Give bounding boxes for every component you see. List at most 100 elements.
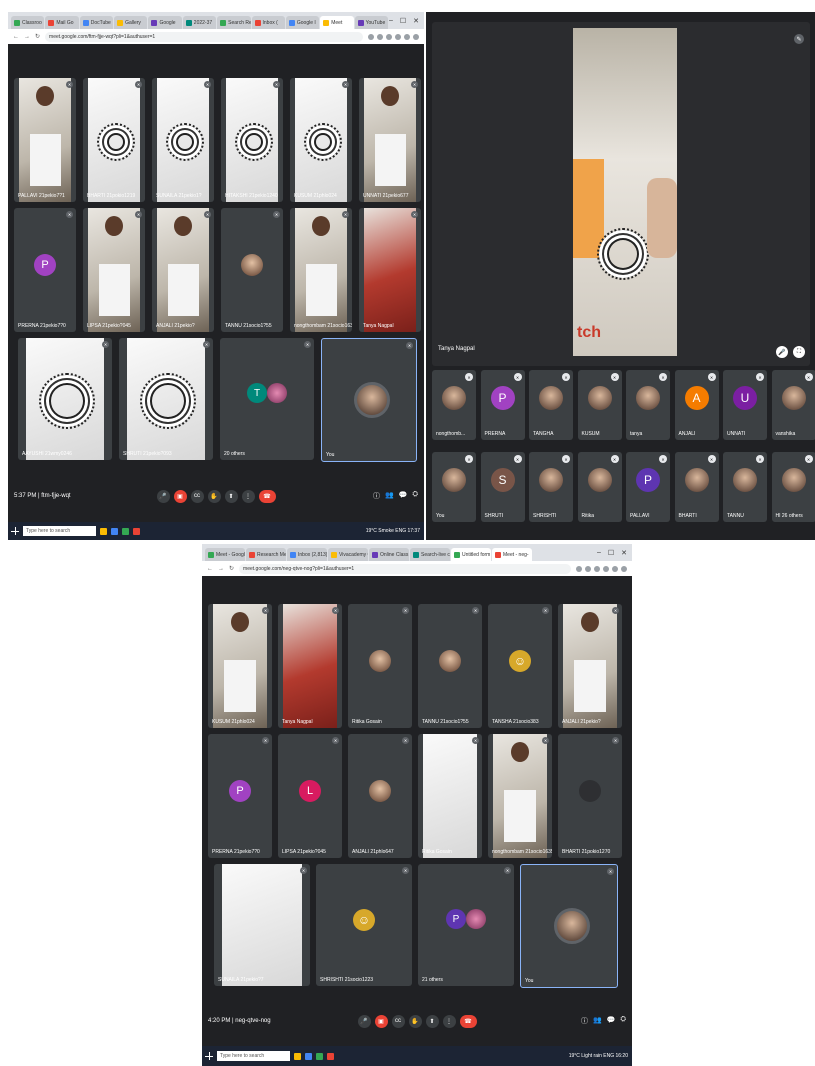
participant-tile[interactable]: ✕ nongthombam 21socio1635 bbox=[488, 734, 552, 858]
participant-thumbnail[interactable]: ✕ TANNU bbox=[723, 452, 767, 522]
pin-icon[interactable]: ✎ bbox=[794, 34, 804, 44]
info-icon[interactable]: ⓘ bbox=[373, 491, 380, 501]
browser-tab[interactable]: YouTube bbox=[354, 16, 388, 29]
captions-button[interactable]: cc bbox=[190, 489, 204, 503]
browser-tab[interactable]: Search Res bbox=[217, 16, 251, 29]
browser-tab[interactable]: Inbox (2,813) bbox=[287, 548, 327, 561]
participant-thumbnail[interactable]: ✕ nongthomb... bbox=[432, 370, 476, 440]
participant-thumbnail[interactable]: P ✕ PRERNA bbox=[480, 370, 525, 440]
participant-tile[interactable]: ✕ Tanya Nagpal bbox=[278, 604, 342, 728]
participant-thumbnail[interactable]: ✕ Ritika bbox=[577, 452, 622, 522]
close-icon[interactable]: ✕ bbox=[621, 549, 627, 557]
captions-button[interactable]: cc bbox=[391, 1014, 405, 1028]
browser-tab[interactable]: Google I bbox=[285, 16, 320, 29]
participant-tile[interactable]: ✕ SUNAILA 21pekio?7 bbox=[214, 864, 310, 986]
reload-icon[interactable]: ↻ bbox=[35, 33, 40, 40]
participant-tile[interactable]: T ✕ 20 others bbox=[220, 338, 314, 460]
participant-tile[interactable]: ✕ AAYUSHI 21wmy0246 bbox=[18, 338, 112, 460]
browser-tab[interactable]: Research Methd bbox=[246, 548, 286, 561]
participant-thumbnail[interactable]: U ✕ UNNATI bbox=[723, 370, 767, 440]
mic-button[interactable]: 🎤 bbox=[156, 489, 170, 503]
participant-tile[interactable]: ✕ ANJALI 21pekio? bbox=[558, 604, 622, 728]
browser-tab[interactable]: Meet bbox=[320, 16, 354, 29]
forward-icon[interactable]: → bbox=[218, 566, 224, 572]
participant-tile[interactable]: ✕ ANJALI 21pekio? bbox=[152, 208, 214, 332]
participant-tile[interactable]: ✕ Ritika Gosain bbox=[348, 604, 412, 728]
taskbar-app-icon[interactable] bbox=[111, 527, 118, 535]
participant-thumbnail[interactable]: A ✕ ANJALI bbox=[674, 370, 719, 440]
participant-thumbnail[interactable]: P ✕ PALLAVI bbox=[626, 452, 670, 522]
taskbar-app-icon[interactable] bbox=[327, 1052, 334, 1060]
browser-tab[interactable]: Meet - Google Cl bbox=[205, 548, 245, 561]
more-options-button[interactable]: ⋮ bbox=[442, 1014, 456, 1028]
mic-button[interactable]: 🎤 bbox=[357, 1014, 371, 1028]
taskbar-app-icon[interactable] bbox=[294, 1052, 301, 1060]
participant-tile[interactable]: ✕ Tanya Nagpal bbox=[359, 208, 421, 332]
browser-tab[interactable]: Vivacademy Cl bbox=[328, 548, 368, 561]
participant-tile[interactable]: P ✕ PRERNA 21pekio7?0 bbox=[208, 734, 272, 858]
taskbar-app-icon[interactable] bbox=[100, 527, 107, 535]
browser-tab[interactable]: 2022-37 bbox=[182, 16, 217, 29]
maximize-icon[interactable]: ☐ bbox=[608, 549, 614, 557]
browser-tab[interactable]: Google bbox=[148, 16, 182, 29]
participant-tile[interactable]: ✕ KUSUM 21phlo024 bbox=[208, 604, 272, 728]
participant-thumbnail[interactable]: ✕ KUSUM bbox=[577, 370, 622, 440]
taskbar-search-input[interactable]: Type here to search bbox=[217, 1051, 290, 1061]
browser-tab[interactable]: Classroo bbox=[11, 16, 45, 29]
leave-call-button[interactable]: ☎ bbox=[459, 1014, 477, 1028]
windows-start-icon[interactable] bbox=[205, 1052, 213, 1060]
chat-icon[interactable]: 💬 bbox=[399, 491, 408, 501]
participant-tile[interactable]: ✕ nongthombam 21socio1635 bbox=[290, 208, 352, 332]
participant-tile[interactable]: ✕ Ritika Gosain bbox=[418, 734, 482, 858]
participant-thumbnail[interactable]: ✕ You bbox=[432, 452, 476, 522]
chat-icon[interactable]: 💬 bbox=[607, 1016, 616, 1026]
participant-tile[interactable]: ✕ SUNAILA 21pekio1? bbox=[152, 78, 214, 202]
present-button[interactable]: ⬆ bbox=[224, 489, 238, 503]
browser-tab[interactable]: Untitled form bbox=[451, 548, 491, 561]
browser-tab[interactable]: Search-live class bbox=[410, 548, 450, 561]
participant-tile[interactable]: L ✕ LIPSA 21pekio?045 bbox=[278, 734, 342, 858]
back-icon[interactable]: ← bbox=[207, 566, 213, 572]
maximize-icon[interactable]: ☐ bbox=[400, 17, 406, 25]
taskbar-app-icon[interactable] bbox=[305, 1052, 312, 1060]
participant-tile[interactable]: ☺ ✕ TANSHA 21socio383 bbox=[488, 604, 552, 728]
back-icon[interactable]: ← bbox=[13, 34, 19, 40]
people-icon[interactable]: 👥 bbox=[385, 491, 394, 501]
raise-hand-button[interactable]: ✋ bbox=[207, 489, 221, 503]
browser-tab[interactable]: Mail Go bbox=[45, 16, 79, 29]
minimize-icon[interactable]: – bbox=[597, 549, 601, 557]
close-icon[interactable]: ✕ bbox=[413, 17, 419, 25]
fullscreen-icon[interactable]: ⛶ bbox=[793, 346, 805, 358]
browser-tab[interactable]: Inbox ( bbox=[251, 16, 285, 29]
info-icon[interactable]: ⓘ bbox=[581, 1016, 588, 1026]
participant-thumbnail[interactable]: ✕ TANGHA bbox=[529, 370, 573, 440]
leave-call-button[interactable]: ☎ bbox=[258, 489, 276, 503]
participant-tile[interactable]: ✕ TANNU 21socio1?55 bbox=[418, 604, 482, 728]
forward-icon[interactable]: → bbox=[24, 34, 30, 40]
participant-thumbnail[interactable]: ✕ HI 26 others bbox=[771, 452, 815, 522]
participant-thumbnail[interactable]: ✕ BHARTI bbox=[674, 452, 719, 522]
url-field[interactable]: meet.google.com/ftm-fjje-wqt?pli=1&authu… bbox=[45, 31, 363, 42]
participant-tile[interactable]: ✕ You bbox=[321, 338, 417, 462]
participant-tile[interactable]: ✕ LIPSA 21pekio?045 bbox=[83, 208, 145, 332]
participant-tile[interactable]: ✕ ANJALI 21phlo647 bbox=[348, 734, 412, 858]
participant-tile[interactable]: ✕ SHRUTI 21pekio?093 bbox=[119, 338, 213, 460]
people-icon[interactable]: 👥 bbox=[593, 1016, 602, 1026]
url-field[interactable]: meet.google.com/neg-qtve-nog?pli=1&authu… bbox=[239, 563, 571, 574]
participant-tile[interactable]: ✕ UNNATI 21pekio677 bbox=[359, 78, 421, 202]
participant-tile[interactable]: ☺ ✕ SHRISHTI 21socio1223 bbox=[316, 864, 412, 986]
reload-icon[interactable]: ↻ bbox=[229, 565, 234, 572]
more-options-button[interactable]: ⋮ bbox=[241, 489, 255, 503]
activities-icon[interactable]: ⛭ bbox=[412, 491, 418, 501]
participant-thumbnail[interactable]: S ✕ SHRUTI bbox=[480, 452, 525, 522]
participant-tile[interactable]: P ✕ 21 others bbox=[418, 864, 514, 986]
present-button[interactable]: ⬆ bbox=[425, 1014, 439, 1028]
taskbar-app-icon[interactable] bbox=[122, 527, 129, 535]
browser-tab[interactable]: DocTube bbox=[79, 16, 114, 29]
participant-tile[interactable]: ✕ KUSUM 21phlo024 bbox=[290, 78, 352, 202]
participant-tile[interactable]: ✕ TANNU 21socio1?55 bbox=[221, 208, 283, 332]
camera-off-button[interactable]: ▣ bbox=[374, 1014, 388, 1028]
participant-thumbnail[interactable]: ✕ tanya bbox=[626, 370, 670, 440]
browser-tab[interactable]: Meet - neg- bbox=[492, 548, 532, 561]
activities-icon[interactable]: ⛭ bbox=[620, 1016, 626, 1026]
